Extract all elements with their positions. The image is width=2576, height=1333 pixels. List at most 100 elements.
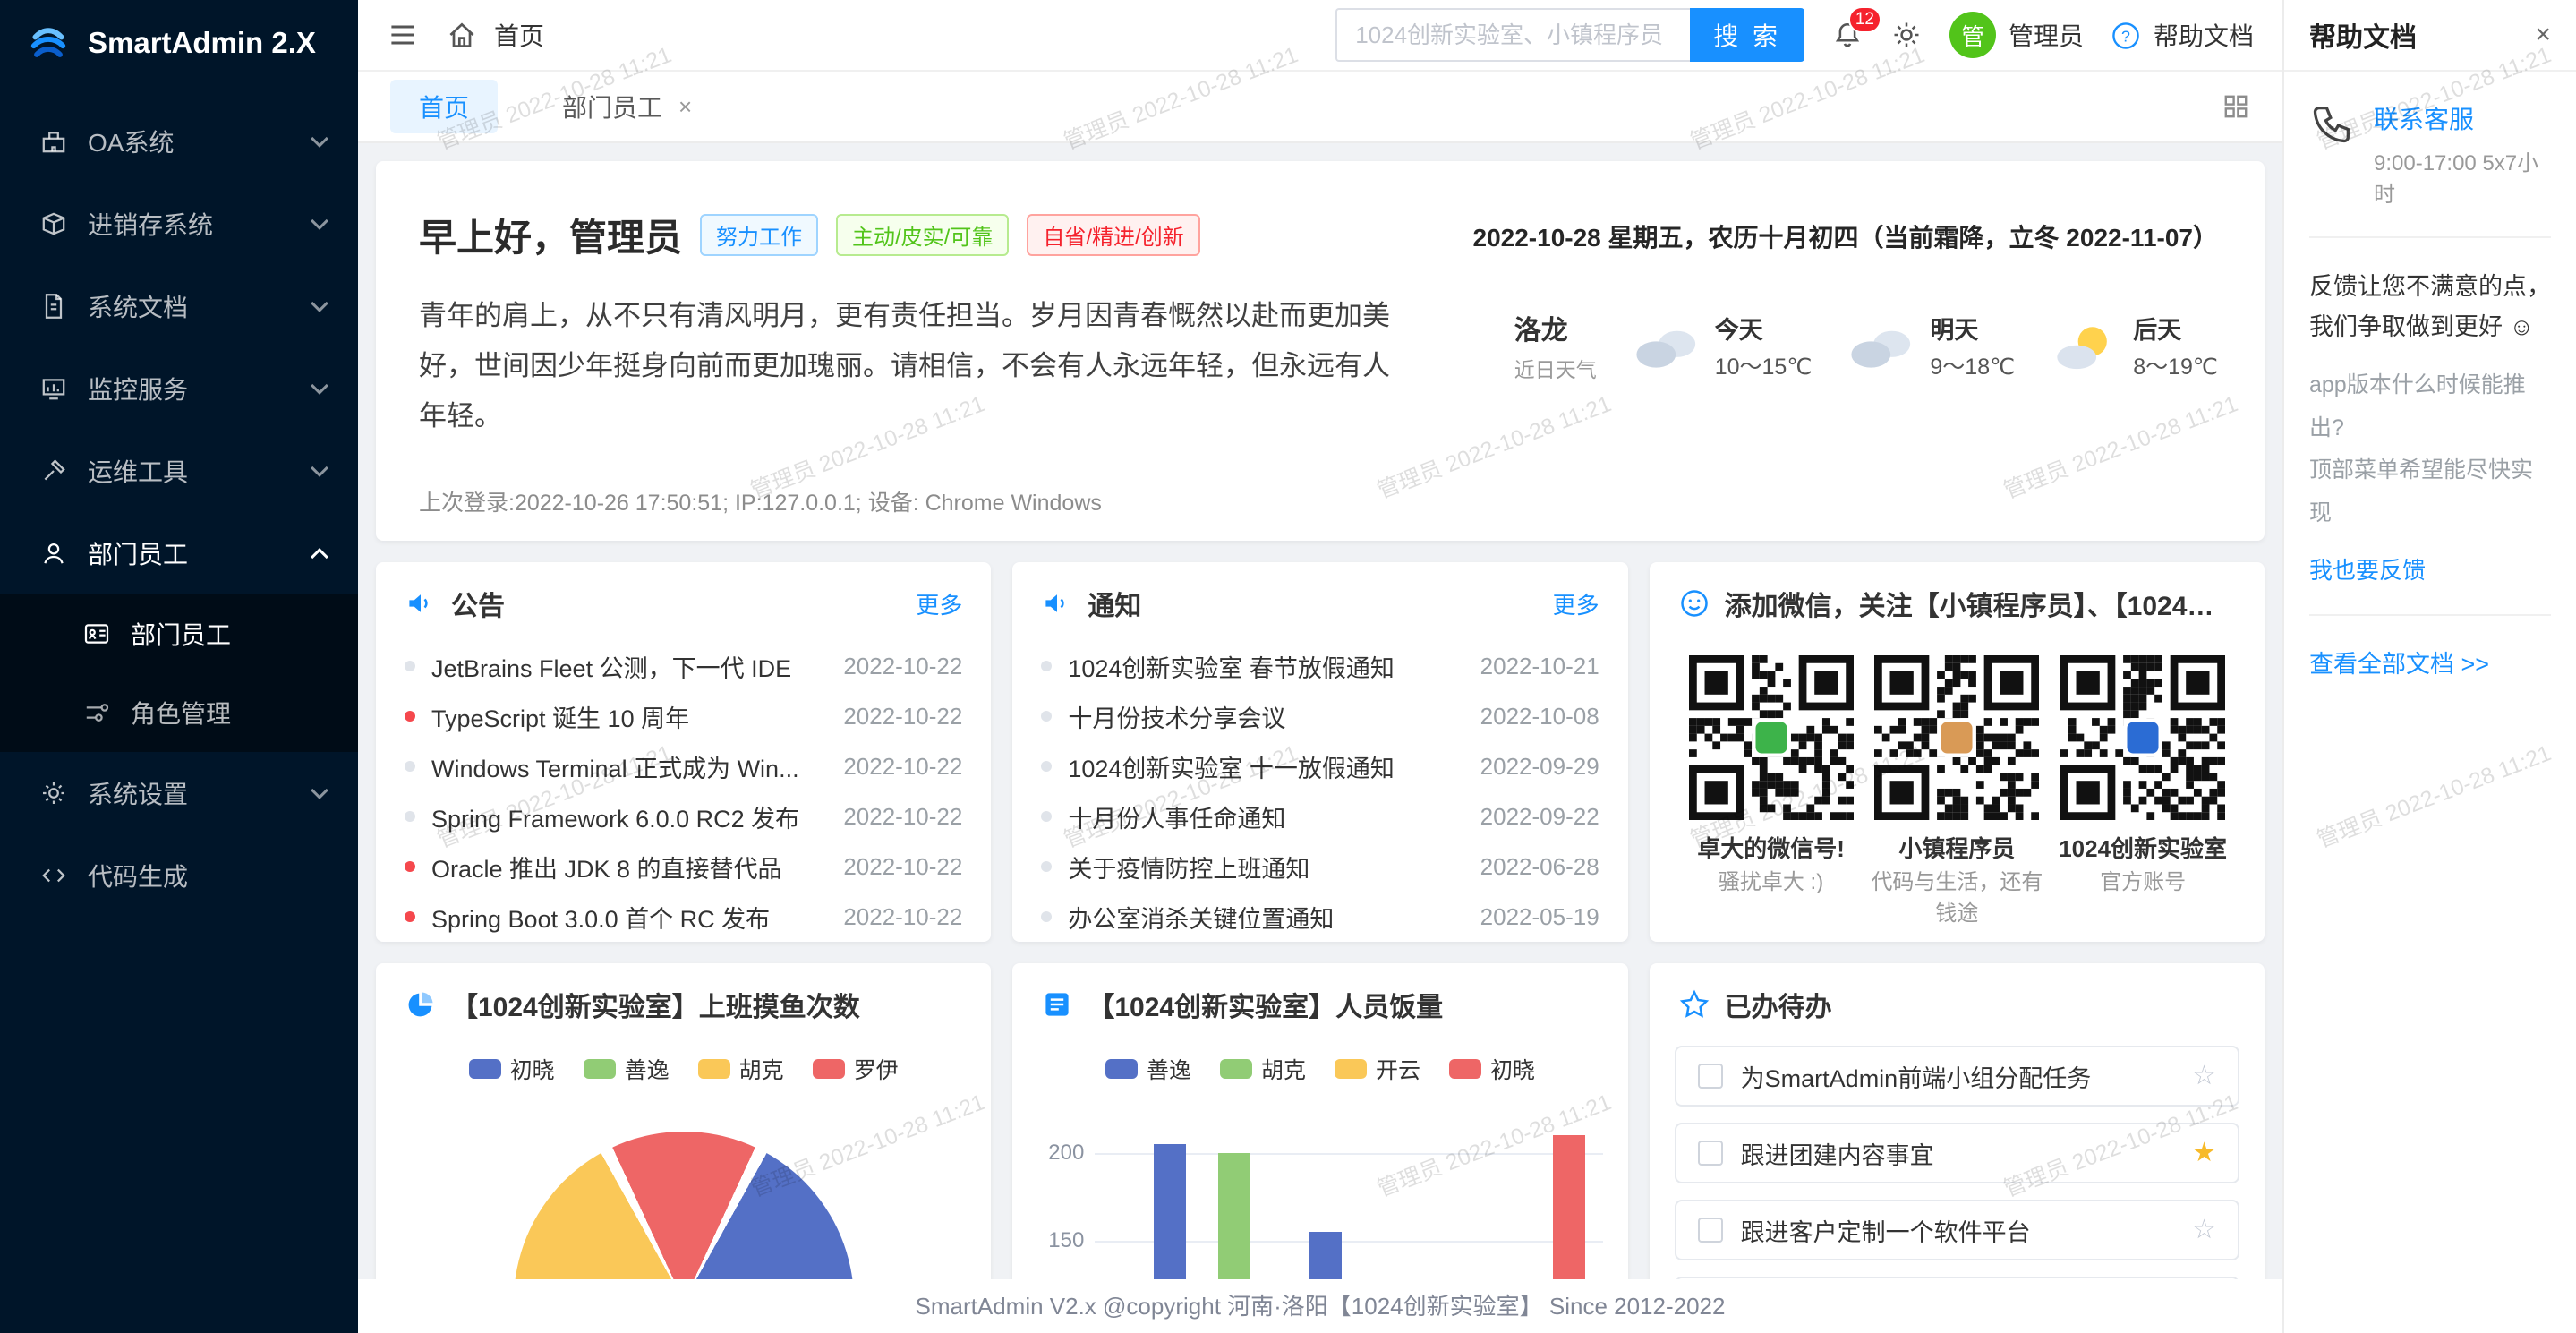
breadcrumb[interactable]: 首页 — [494, 17, 544, 53]
divider — [2309, 236, 2551, 238]
legend-item[interactable]: 初晓 — [469, 1053, 555, 1085]
announcement-item[interactable]: TypeScript 诞生 10 周年2022-10-22 — [405, 691, 962, 741]
todo-item[interactable]: 为SmartAdmin前端小组分配任务 ☆ — [1675, 1046, 2239, 1107]
qrcode-desc: 骚扰卓大 :) — [1678, 867, 1864, 899]
todo-checkbox[interactable] — [1698, 1218, 1723, 1243]
last-login-info: 上次登录:2022-10-26 17:50:51; IP:127.0.0.1; … — [419, 485, 1102, 517]
menu-fold-icon[interactable] — [387, 19, 419, 51]
notification-badge: 12 — [1848, 6, 1881, 33]
todo-text: 跟进客户定制一个软件平台 — [1741, 1213, 2174, 1248]
announcement-item[interactable]: Oracle 推出 JDK 8 的直接替代品2022-10-22 — [405, 842, 962, 892]
todo-checkbox[interactable] — [1698, 1064, 1723, 1089]
notice-item[interactable]: 1024创新实验室 十一放假通知2022-09-29 — [1041, 741, 1599, 791]
todo-item[interactable]: 跟进客户定制一个软件平台 ☆ — [1675, 1200, 2239, 1260]
bullet-dot-hot — [405, 911, 415, 922]
notice-item[interactable]: 十月份人事任命通知2022-09-22 — [1041, 791, 1599, 842]
faq-item[interactable]: app版本什么时候能推出? — [2309, 364, 2551, 449]
y-axis-tick: 150 — [1034, 1228, 1084, 1253]
tab-home[interactable]: 首页 — [390, 80, 498, 133]
legend-item[interactable]: 开云 — [1335, 1053, 1420, 1085]
view-all-docs-link[interactable]: 查看全部文档 >> — [2309, 645, 2551, 679]
feedback-text: 反馈让您不满意的点，我们争取做到更好 ☺ — [2309, 267, 2551, 346]
notice-text: 办公室消杀关键位置通知 — [1068, 900, 1463, 935]
todo-item[interactable]: 跟进团建内容事宜 ★ — [1675, 1123, 2239, 1183]
search-button[interactable]: 搜 索 — [1690, 8, 1804, 62]
gear-icon — [39, 779, 68, 807]
tab-employee[interactable]: 部门员工 × — [562, 89, 692, 124]
legend-swatch — [1449, 1059, 1481, 1079]
tab-bar: 首页 部门员工 × — [358, 72, 2282, 143]
layout-grid-icon[interactable] — [2222, 92, 2250, 121]
sidebar-item-codegen[interactable]: 代码生成 — [0, 834, 358, 917]
legend-item[interactable]: 初晓 — [1449, 1053, 1535, 1085]
brand-logo[interactable]: SmartAdmin 2.X — [0, 0, 358, 86]
home-icon[interactable] — [446, 19, 478, 51]
notice-text: 1024创新实验室 春节放假通知 — [1068, 649, 1463, 684]
sidebar-item-settings[interactable]: 系统设置 — [0, 752, 358, 834]
user-menu[interactable]: 管 管理员 — [1949, 12, 2084, 58]
help-doc-toggle[interactable]: ? 帮助文档 — [2111, 17, 2254, 53]
sidebar-item-erp[interactable]: 进销存系统 — [0, 183, 358, 265]
weather-day-temp: 10～15℃ — [1715, 349, 1813, 381]
legend-item[interactable]: 罗伊 — [813, 1053, 899, 1085]
legend-item[interactable]: 善逸 — [1105, 1053, 1191, 1085]
notice-more-link[interactable]: 更多 — [1553, 587, 1599, 620]
faq-item[interactable]: 顶部菜单希望能尽快实现 — [2309, 449, 2551, 534]
announcement-item[interactable]: Windows Terminal 正式成为 Win...2022-10-22 — [405, 741, 962, 791]
qrcode-name: 1024创新实验室 — [2050, 831, 2236, 864]
sidebar-subitem-roles[interactable]: 角色管理 — [0, 673, 358, 752]
help-doc-panel: 帮助文档 × 联系客服 9:00-17:00 5x7小时 反馈让您不满意的点，我… — [2282, 0, 2576, 1333]
bullet-dot — [405, 811, 415, 822]
contact-support-link[interactable]: 联系客服 — [2374, 100, 2551, 136]
announcement-date: 2022-10-22 — [843, 653, 962, 680]
legend-item[interactable]: 胡克 — [698, 1053, 784, 1085]
user-name: 管理员 — [2009, 17, 2084, 53]
wechat-card: 添加微信，关注【小镇程序员】、【1024创新实验室】 卓大的微信号! 骚扰卓大 … — [1650, 562, 2265, 942]
legend-label: 胡克 — [739, 1053, 784, 1085]
sidebar-subitem-label: 角色管理 — [131, 695, 326, 731]
qrcode-image — [2060, 655, 2225, 820]
weather-day-temp: 9～18℃ — [1930, 349, 2015, 381]
star-outline-icon[interactable]: ☆ — [2192, 1217, 2216, 1243]
notice-item[interactable]: 办公室消杀关键位置通知2022-05-19 — [1041, 892, 1599, 942]
star-filled-icon[interactable]: ★ — [2192, 1140, 2216, 1166]
sidebar-subitem-employee[interactable]: 部门员工 — [0, 594, 358, 673]
sidebar-item-ops[interactable]: 运维工具 — [0, 430, 358, 512]
qrcode-town-programmer[interactable]: 小镇程序员 代码与生活，还有钱途 — [1864, 655, 2050, 930]
contact-support: 联系客服 9:00-17:00 5x7小时 — [2309, 100, 2551, 208]
notice-item[interactable]: 十月份技术分享会议2022-10-08 — [1041, 691, 1599, 741]
sidebar-item-monitor[interactable]: 监控服务 — [0, 347, 358, 430]
announcement-item[interactable]: Spring Boot 3.0.0 首个 RC 发布2022-10-22 — [405, 892, 962, 942]
announcement-date: 2022-10-22 — [843, 853, 962, 881]
announcement-item[interactable]: Spring Framework 6.0.0 RC2 发布2022-10-22 — [405, 791, 962, 842]
sidebar-item-oa[interactable]: OA系统 — [0, 100, 358, 183]
announcement-more-link[interactable]: 更多 — [916, 587, 962, 620]
sidebar-item-employee[interactable]: 部门员工 — [0, 512, 358, 594]
tab-close-icon[interactable]: × — [678, 93, 692, 121]
sidebar-item-label: 系统文档 — [88, 288, 294, 324]
notice-card: 通知 更多 1024创新实验室 春节放假通知2022-10-21 十月份技术分享… — [1012, 562, 1627, 942]
value-tag: 自省/精进/创新 — [1027, 214, 1199, 256]
legend-item[interactable]: 善逸 — [584, 1053, 670, 1085]
legend-item[interactable]: 胡克 — [1220, 1053, 1306, 1085]
search-input[interactable] — [1335, 8, 1690, 62]
todo-text: 跟进团建内容事宜 — [1741, 1136, 2174, 1171]
close-icon[interactable]: × — [2535, 20, 2551, 50]
sidebar-item-docs[interactable]: 系统文档 — [0, 265, 358, 347]
announcement-item[interactable]: JetBrains Fleet 公测，下一代 IDE2022-10-22 — [405, 641, 962, 691]
avatar[interactable]: 管 — [1949, 12, 1996, 58]
notification-bell-icon[interactable]: 12 — [1831, 19, 1864, 51]
qrcode-lab1024[interactable]: 1024创新实验室 官方账号 — [2050, 655, 2236, 930]
star-outline-icon[interactable]: ☆ — [2192, 1063, 2216, 1089]
notice-item[interactable]: 关于疫情防控上班通知2022-06-28 — [1041, 842, 1599, 892]
qrcode-row: 卓大的微信号! 骚扰卓大 :) 小镇程序员 代码与生活，还有钱途 1024创新实… — [1650, 637, 2265, 930]
qrcode-zhuoda[interactable]: 卓大的微信号! 骚扰卓大 :) — [1678, 655, 1864, 930]
feedback-link[interactable]: 我也要反馈 — [2309, 552, 2551, 585]
notice-item[interactable]: 1024创新实验室 春节放假通知2022-10-21 — [1041, 641, 1599, 691]
notice-list: 1024创新实验室 春节放假通知2022-10-21 十月份技术分享会议2022… — [1012, 637, 1627, 942]
settings-gear-icon[interactable] — [1890, 19, 1923, 51]
bullet-dot — [1041, 661, 1052, 671]
todo-checkbox[interactable] — [1698, 1141, 1723, 1166]
welcome-card: 早上好，管理员 努力工作 主动/皮实/可靠 自省/精进/创新 青年的肩上，从不只… — [376, 161, 2265, 541]
bar-legend: 善逸胡克开云初晓 — [1012, 1038, 1627, 1085]
